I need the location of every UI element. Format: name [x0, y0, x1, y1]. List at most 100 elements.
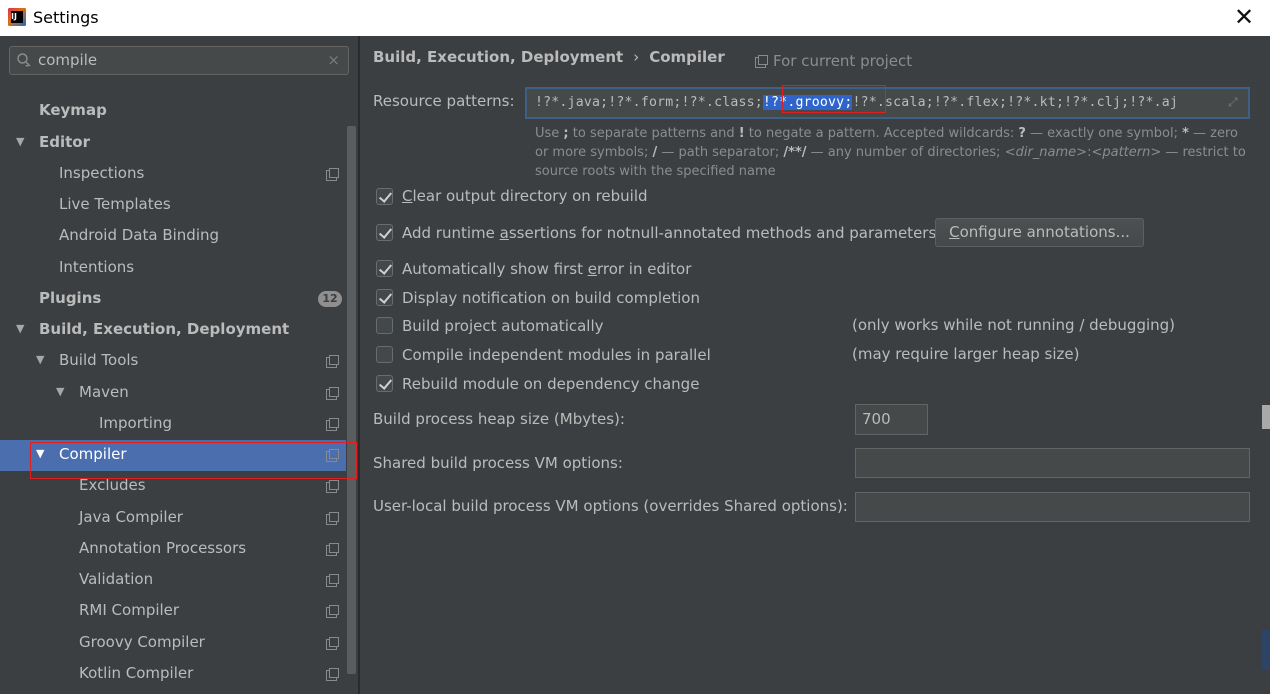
tree-item-excludes[interactable]: Excludes — [0, 471, 346, 502]
tree-item-label: Live Templates — [59, 195, 171, 213]
tree-item-label: Importing — [99, 414, 172, 432]
project-scope-icon — [326, 543, 339, 556]
show-first-error-checkbox[interactable] — [376, 260, 393, 277]
clear-search-icon[interactable]: × — [327, 51, 340, 69]
tree-item-label: Keymap — [39, 101, 107, 119]
resource-patterns-value: !?*.java;!?*.form;!?*.class;!?*.groovy;!… — [535, 95, 1178, 110]
display-notification-label[interactable]: Display notification on build completion — [402, 289, 700, 307]
expand-arrow-icon[interactable]: ▼ — [36, 448, 48, 460]
app-icon-text: IJ — [11, 11, 23, 23]
tree-item-annotation-processors[interactable]: Annotation Processors — [0, 534, 346, 565]
tree-item-importing[interactable]: Importing — [0, 409, 346, 440]
expand-arrow-icon[interactable]: ▼ — [16, 136, 28, 148]
resource-patterns-input[interactable]: !?*.java;!?*.form;!?*.class;!?*.groovy;!… — [525, 87, 1250, 119]
expand-arrow-icon[interactable]: ▼ — [56, 386, 68, 398]
expand-field-icon[interactable]: ⤢ — [1228, 95, 1244, 111]
title-bar: IJ Settings ✕ — [0, 0, 1270, 36]
tree-item-android-data-binding[interactable]: Android Data Binding — [0, 221, 346, 252]
tree-item-label: Compiler — [59, 445, 127, 463]
window-title: Settings — [33, 8, 99, 27]
tree-item-keymap[interactable]: Keymap — [0, 96, 346, 127]
heap-size-label: Build process heap size (Mbytes): — [373, 410, 625, 428]
tree-item-label: Build, Execution, Deployment — [39, 320, 290, 338]
sidebar-scrollbar[interactable] — [346, 124, 358, 694]
tree-item-intentions[interactable]: Intentions — [0, 253, 346, 284]
project-scope-icon — [326, 637, 339, 650]
rebuild-on-dependency-label[interactable]: Rebuild module on dependency change — [402, 375, 699, 393]
resource-patterns-hint: Use ; to separate patterns and ! to nega… — [535, 126, 1246, 179]
tree-item-java-compiler[interactable]: Java Compiler — [0, 503, 346, 534]
scope-label: For current project — [773, 52, 913, 70]
tree-item-plugins[interactable]: Plugins 12 — [0, 284, 346, 315]
clear-output-checkbox[interactable] — [376, 188, 393, 205]
plugins-count-badge: 12 — [318, 291, 342, 307]
tree-item-compiler[interactable]: ▼ Compiler — [0, 440, 346, 471]
compiler-settings-panel: Build, Execution, Deployment › Compiler Fo… — [360, 36, 1270, 694]
tree-item-label: Intentions — [59, 258, 135, 276]
build-automatically-note: (only works while not running / debuggin… — [852, 316, 1176, 334]
project-scope-icon — [326, 668, 339, 681]
heap-size-input[interactable]: 700 — [855, 404, 928, 435]
search-input[interactable]: compile × — [9, 46, 349, 75]
tree-item-label: Editor — [39, 133, 90, 151]
search-value: compile — [38, 51, 98, 69]
project-scope-icon — [326, 512, 339, 525]
show-first-error-label[interactable]: Automatically show first error in editor — [402, 260, 691, 278]
tree-item-build-execution-deployment[interactable]: ▼ Build, Execution, Deployment — [0, 315, 346, 346]
build-automatically-checkbox[interactable] — [376, 317, 393, 334]
display-notification-checkbox[interactable] — [376, 289, 393, 306]
patterns-selected: !?*.groovy; — [762, 95, 853, 110]
tree-item-rmi-compiler[interactable]: RMI Compiler — [0, 596, 346, 627]
tree-item-editor[interactable]: ▼ Editor — [0, 128, 346, 159]
tree-item-label: Build Tools — [59, 351, 139, 369]
scope-indicator: For current project — [755, 52, 912, 70]
runtime-assertions-label[interactable]: Add runtime assertions for notnull-annot… — [402, 224, 936, 242]
tree-item-label: Java Compiler — [79, 508, 183, 526]
close-icon[interactable]: ✕ — [1232, 4, 1256, 30]
project-scope-icon — [326, 387, 339, 400]
compile-parallel-label[interactable]: Compile independent modules in parallel — [402, 346, 711, 364]
runtime-assertions-checkbox[interactable] — [376, 224, 393, 241]
tree-item-groovy-compiler[interactable]: Groovy Compiler — [0, 628, 346, 659]
shared-vm-options-label: Shared build process VM options: — [373, 454, 623, 472]
breadcrumb-parent: Build, Execution, Deployment — [373, 48, 624, 66]
tree-item-label: Excludes — [79, 476, 146, 494]
patterns-before: !?*.java;!?*.form;!?*.class; — [535, 95, 763, 110]
project-scope-icon — [326, 480, 339, 493]
search-icon — [17, 53, 31, 67]
shared-vm-options-input[interactable] — [855, 448, 1250, 478]
tree-item-validation[interactable]: Validation — [0, 565, 346, 596]
clear-output-label[interactable]: Clear output directory on rebuild — [402, 187, 648, 205]
project-scope-icon — [326, 605, 339, 618]
tree-item-label: Android Data Binding — [59, 226, 220, 244]
project-scope-icon — [326, 574, 339, 587]
compile-parallel-checkbox[interactable] — [376, 346, 393, 363]
rebuild-on-dependency-checkbox[interactable] — [376, 375, 393, 392]
project-scope-icon — [326, 449, 339, 462]
tree-item-maven[interactable]: ▼ Maven — [0, 378, 346, 409]
tree-item-build-tools[interactable]: ▼ Build Tools — [0, 346, 346, 377]
breadcrumb-separator: › — [633, 48, 640, 66]
expand-arrow-icon[interactable]: ▼ — [16, 323, 28, 335]
tree-item-live-templates[interactable]: Live Templates — [0, 190, 346, 221]
compile-parallel-note: (may require larger heap size) — [852, 345, 1080, 363]
heap-size-value: 700 — [862, 410, 891, 428]
tree-item-kotlin-compiler[interactable]: Kotlin Compiler — [0, 659, 346, 690]
patterns-after: !?*.scala;!?*.flex;!?*.kt;!?*.clj;!?*.aj — [852, 95, 1179, 110]
settings-sidebar: compile × Keymap ▼ Editor Inspections Li… — [0, 36, 358, 694]
expand-arrow-icon[interactable]: ▼ — [36, 354, 48, 366]
breadcrumb: Build, Execution, Deployment › Compiler — [373, 48, 725, 66]
scrollbar-thumb[interactable] — [347, 126, 356, 674]
project-scope-icon — [326, 168, 339, 181]
window-edge-strip — [1262, 405, 1270, 429]
window-edge-strip — [1262, 630, 1270, 670]
build-automatically-label[interactable]: Build project automatically — [402, 317, 604, 335]
configure-annotations-button[interactable]: Configure annotations... — [935, 218, 1144, 247]
resource-patterns-label: Resource patterns: — [373, 92, 515, 110]
user-vm-options-input[interactable] — [855, 492, 1250, 522]
tree-item-label: Annotation Processors — [79, 539, 247, 557]
tree-item-label: Plugins — [39, 289, 102, 307]
project-scope-icon — [326, 355, 339, 368]
tree-item-label: Maven — [79, 383, 129, 401]
tree-item-inspections[interactable]: Inspections — [0, 159, 346, 190]
